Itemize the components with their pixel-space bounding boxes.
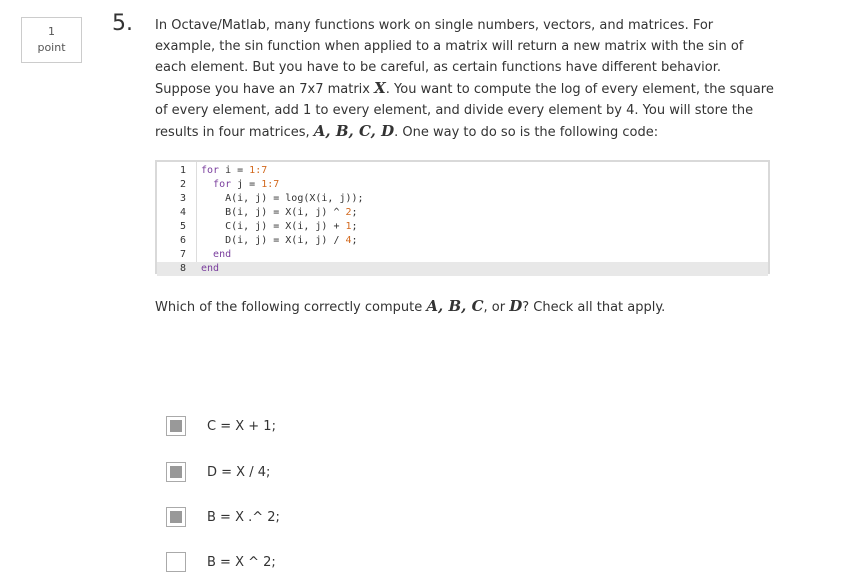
code-text: end	[213, 249, 232, 260]
prompt-text-part-1: Which of the following correctly compute	[155, 300, 427, 315]
code-line: 5 C(i, j) = X(i, j) + 1;	[157, 220, 768, 234]
math-d: D	[509, 297, 523, 315]
code-line: 4 B(i, j) = X(i, j) ^ 2;	[157, 206, 768, 220]
math-abcd: A, B, C, D	[313, 122, 395, 140]
prompt-text-part-3: ? Check all that apply.	[522, 300, 666, 315]
option-b-equals-x-matrix-pow[interactable]: B = X ^ 2;	[166, 551, 276, 573]
code-line-active: 8 end	[157, 262, 768, 276]
line-number: 2	[179, 179, 186, 190]
line-number: 3	[179, 193, 186, 204]
math-abc: A, B, C	[426, 297, 484, 315]
option-checkbox[interactable]	[166, 416, 186, 436]
code-line: 3 A(i, j) = log(X(i, j));	[157, 192, 768, 206]
line-number: 5	[179, 221, 186, 232]
checkbox-fill	[170, 420, 182, 432]
option-checkbox[interactable]	[166, 507, 186, 527]
points-box: 1 point	[21, 17, 82, 63]
option-b-equals-x-elementwise-pow[interactable]: B = X .^ 2;	[166, 506, 280, 528]
code-text: end	[201, 263, 220, 274]
code-text: A(i, j) = log(X(i, j));	[201, 193, 364, 204]
code-line: 1 for i = 1:7	[157, 164, 768, 178]
option-label[interactable]: C = X + 1;	[207, 419, 276, 434]
option-checkbox[interactable]	[166, 462, 186, 482]
option-label[interactable]: B = X ^ 2;	[207, 555, 276, 570]
question-text: In Octave/Matlab, many functions work on…	[155, 15, 775, 143]
option-d-equals-x-div-4[interactable]: D = X / 4;	[166, 461, 270, 483]
line-number: 8	[179, 263, 186, 274]
code-text: B(i, j) = X(i, j) ^ 2;	[201, 207, 358, 218]
code-text: for j = 1:7	[213, 179, 280, 190]
line-number: 7	[179, 249, 186, 260]
code-text: for i = 1:7	[201, 165, 268, 176]
prompt-text: Which of the following correctly compute…	[155, 296, 665, 318]
code-line: 6 D(i, j) = X(i, j) / 4;	[157, 234, 768, 248]
code-block: 1 for i = 1:7 2 for j = 1:7 3 A(i, j) = l…	[155, 160, 770, 276]
option-label[interactable]: D = X / 4;	[207, 465, 270, 480]
math-x: X	[374, 79, 386, 97]
prompt-text-part-2: , or	[483, 300, 510, 315]
line-number: 6	[179, 235, 186, 246]
option-label[interactable]: B = X .^ 2;	[207, 510, 280, 525]
question-text-part-3: . One way to do so is the following code…	[394, 125, 659, 140]
line-number: 4	[179, 207, 186, 218]
checkbox-fill	[170, 511, 182, 523]
line-number: 1	[179, 165, 186, 176]
question-number: 5.	[112, 11, 133, 36]
code-line: 2 for j = 1:7	[157, 178, 768, 192]
code-line: 7 end	[157, 248, 768, 262]
points-value: 1	[48, 25, 55, 38]
points-label: point	[37, 41, 66, 54]
checkbox-fill	[170, 466, 182, 478]
option-checkbox[interactable]	[166, 552, 186, 572]
code-text: D(i, j) = X(i, j) / 4;	[201, 235, 358, 246]
code-text: C(i, j) = X(i, j) + 1;	[201, 221, 358, 232]
option-c-equals-x-plus-1[interactable]: C = X + 1;	[166, 415, 276, 437]
